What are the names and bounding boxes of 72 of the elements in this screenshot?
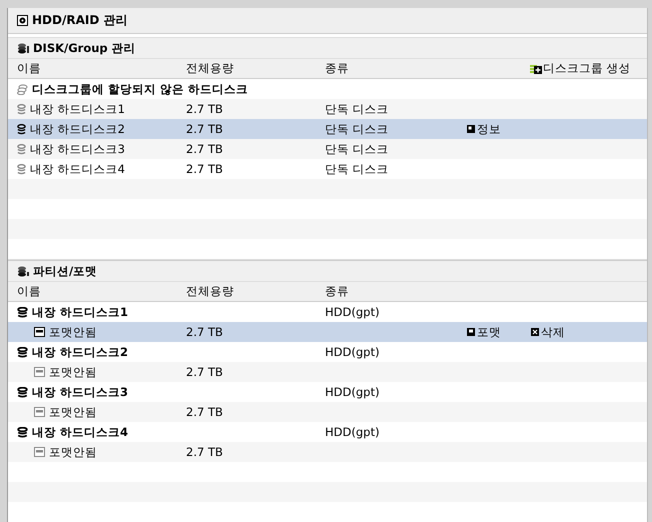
capacity-cell-text: 2.7 TB [186, 121, 223, 138]
disk-row[interactable]: 내장 하드디스크4 HDD(gpt) [8, 422, 647, 442]
partition-name: 포맷안됨 [34, 322, 97, 342]
window-title: HDD/RAID 관리 [32, 12, 128, 29]
type-cell-text: HDD(gpt) [325, 424, 380, 441]
column-header: 전체용량 [186, 283, 234, 300]
disk-row[interactable]: 내장 하드디스크2 HDD(gpt) [8, 342, 647, 362]
disk-icon [17, 164, 26, 174]
disk-icon [17, 306, 28, 318]
disk-name: 내장 하드디스크4 [17, 159, 125, 179]
partition-icon [34, 407, 45, 417]
partition-name: 포맷안됨 [34, 402, 97, 422]
capacity-cell-text: 2.7 TB [186, 161, 223, 178]
disk-row[interactable]: 내장 하드디스크4 2.7 TB 단독 디스크 [8, 159, 647, 179]
type-cell-text: 단독 디스크 [325, 101, 389, 118]
action-link[interactable]: 포맷 [467, 324, 501, 340]
partition-row[interactable]: 포맷안됨 2.7 TB [8, 362, 647, 382]
disk-name: 내장 하드디스크2 [17, 119, 125, 139]
partition-icon [34, 367, 45, 377]
type-cell-text: 단독 디스크 [325, 121, 389, 138]
disk-stack-icon [17, 42, 30, 54]
delete-icon [531, 328, 539, 336]
partition-icon [34, 327, 45, 337]
group-label: 디스크그룹에 할당되지 않은 하드디스크 [17, 79, 248, 99]
partition-row[interactable]: 포맷안됨 2.7 TB [8, 402, 647, 422]
column-header: 이름 [17, 283, 41, 300]
partition-name: 포맷안됨 [34, 442, 97, 462]
partition-name: 포맷안됨 [34, 362, 97, 382]
type-cell-text: 단독 디스크 [325, 161, 389, 178]
disk-name: 내장 하드디스크1 [17, 99, 125, 119]
disk-icon [17, 426, 28, 438]
action-link[interactable]: 삭제 [531, 324, 565, 340]
add-disk-icon [530, 63, 542, 74]
partition-row[interactable]: 포맷안됨 2.7 TB [8, 442, 647, 462]
disk-name: 내장 하드디스크2 [17, 342, 128, 362]
capacity-cell-text: 2.7 TB [186, 324, 223, 341]
column-header: 종류 [325, 60, 349, 77]
create-group-button[interactable]: 디스크그룹 생성 [528, 60, 633, 77]
disk-row[interactable]: 내장 하드디스크2 2.7 TB 단독 디스크 정보 [8, 119, 647, 139]
type-cell-text: HDD(gpt) [325, 304, 380, 321]
disk-row[interactable]: 내장 하드디스크3 HDD(gpt) [8, 382, 647, 402]
disk-stack-icon [17, 84, 28, 94]
disk-row[interactable]: 내장 하드디스크1 2.7 TB 단독 디스크 [8, 99, 647, 119]
disk-name: 내장 하드디스크1 [17, 302, 128, 322]
section-title: DISK/Group 관리 [33, 40, 136, 56]
type-cell-text: 단독 디스크 [325, 141, 389, 158]
column-header: 이름 [17, 60, 41, 77]
disk-icon [17, 124, 26, 134]
capacity-cell-text: 2.7 TB [186, 404, 223, 421]
disk-row[interactable]: 내장 하드디스크1 HDD(gpt) [8, 302, 647, 322]
disk-icon [17, 144, 26, 154]
disk-name: 내장 하드디스크3 [17, 382, 128, 402]
disk-icon [17, 15, 28, 26]
disk-icon [17, 386, 28, 398]
disk-stack-icon [17, 266, 30, 276]
type-cell-text: HDD(gpt) [325, 384, 380, 401]
disk-icon [17, 104, 26, 114]
type-cell-text: HDD(gpt) [325, 344, 380, 361]
disk-name: 내장 하드디스크4 [17, 422, 128, 442]
action-link[interactable]: 정보 [467, 121, 501, 137]
column-header: 종류 [325, 283, 349, 300]
partition-row[interactable]: 포맷안됨 2.7 TB 포맷 삭제 [8, 322, 647, 342]
capacity-cell-text: 2.7 TB [186, 364, 223, 381]
disk-name: 내장 하드디스크3 [17, 139, 125, 159]
disk-icon [17, 346, 28, 358]
capacity-cell-text: 2.7 TB [186, 444, 223, 461]
partition-icon [34, 447, 45, 457]
column-header: 전체용량 [186, 60, 234, 77]
capacity-cell-text: 2.7 TB [186, 101, 223, 118]
disk-row[interactable]: 내장 하드디스크3 2.7 TB 단독 디스크 [8, 139, 647, 159]
capacity-cell-text: 2.7 TB [186, 141, 223, 158]
section-title: 파티션/포맷 [33, 264, 98, 278]
